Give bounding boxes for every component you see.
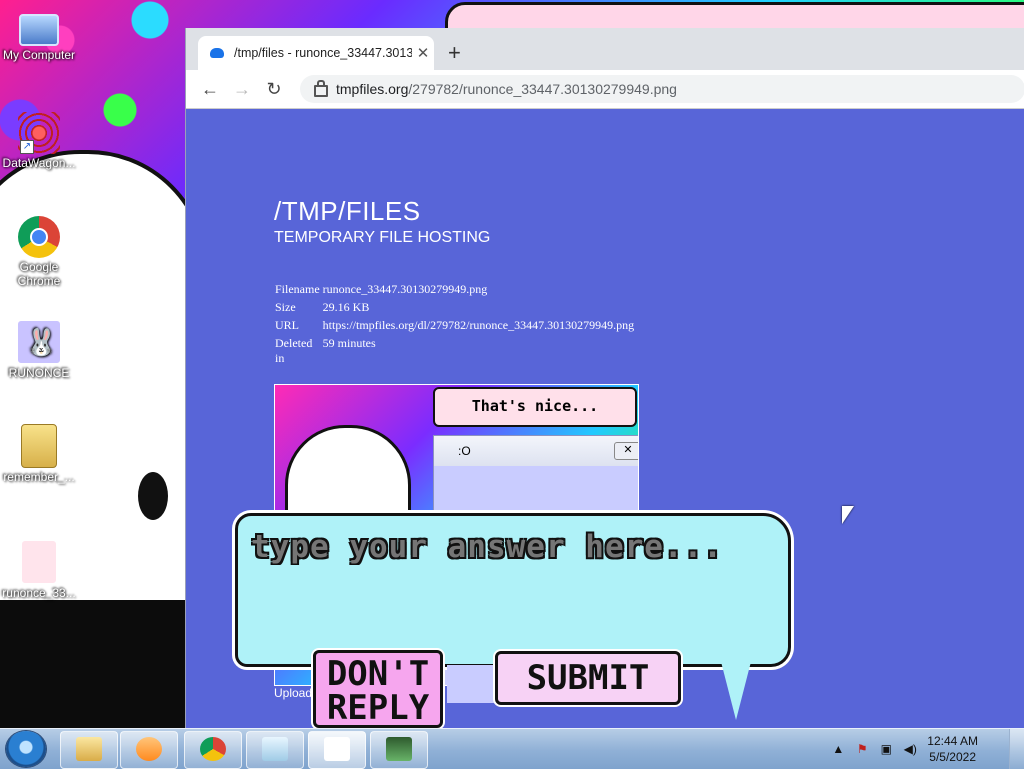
url-host: tmpfiles.org bbox=[336, 81, 409, 97]
file-info-row: Deleted in 59 minutes bbox=[274, 335, 636, 368]
spiderweb-icon: ↗ bbox=[18, 112, 60, 154]
taskbar-explorer-button[interactable] bbox=[60, 731, 118, 769]
file-info-table: Filename runonce_33447.30130279949.png Si… bbox=[274, 281, 636, 368]
answer-input[interactable] bbox=[249, 528, 773, 566]
folder-icon bbox=[21, 424, 57, 468]
info-value: 59 minutes bbox=[322, 336, 376, 350]
desktop-icon-my-computer[interactable]: My Computer bbox=[0, 8, 78, 62]
page-subtitle: TEMPORARY FILE HOSTING bbox=[274, 229, 491, 246]
clock-date: 5/5/2022 bbox=[929, 750, 976, 764]
desktop-icon-label: My Computer bbox=[2, 48, 76, 62]
show-desktop-button[interactable] bbox=[1009, 729, 1024, 769]
new-tab-button[interactable]: + bbox=[448, 40, 461, 66]
show-hidden-icons-icon[interactable]: ▲ bbox=[831, 742, 845, 756]
chrome-icon bbox=[18, 216, 60, 258]
reload-button[interactable]: ↻ bbox=[258, 79, 290, 100]
back-button[interactable]: ← bbox=[194, 79, 226, 100]
info-key: Filename bbox=[275, 282, 320, 296]
dont-reply-button[interactable]: DON'T REPLY bbox=[313, 650, 443, 728]
cloud-upload-icon bbox=[210, 48, 224, 58]
action-center-icon[interactable]: ⚑ bbox=[855, 742, 869, 756]
taskbar-task-manager-button[interactable] bbox=[370, 731, 428, 769]
page-title: /TMP/FILES bbox=[274, 196, 421, 226]
file-info-row: URL https://tmpfiles.org/dl/279782/runonc… bbox=[274, 317, 636, 335]
address-bar[interactable]: tmpfiles.org/279782/runonce_33447.301302… bbox=[300, 75, 1024, 103]
url-path: /279782/runonce_33447.30130279949.png bbox=[408, 81, 677, 97]
desktop-icon-label: RUNONCE bbox=[8, 366, 70, 380]
taskbar-chrome-button[interactable] bbox=[184, 731, 242, 769]
mouse-cursor-icon bbox=[842, 506, 854, 524]
desktop-icon-runonce-png[interactable]: runonce_33... bbox=[0, 540, 78, 600]
info-key: URL bbox=[275, 318, 299, 332]
desktop-icon-label: remember_... bbox=[3, 470, 75, 484]
task-manager-icon bbox=[386, 737, 412, 761]
bunny-icon bbox=[17, 320, 61, 364]
desktop-icon-label: DataWagon... bbox=[2, 156, 76, 170]
preview-dialog-title: :O bbox=[458, 444, 471, 458]
desktop-icon-runonce[interactable]: RUNONCE bbox=[0, 320, 78, 380]
wallpaper-bunny-eye bbox=[138, 472, 168, 520]
system-tray: ▲ ⚑ ▣ ◀) 12:44 AM 5/5/2022 bbox=[831, 733, 978, 765]
desktop-icon-datawagon[interactable]: ↗ DataWagon... bbox=[0, 112, 78, 170]
volume-icon[interactable]: ◀) bbox=[903, 742, 917, 756]
info-key: Deleted in bbox=[275, 336, 313, 365]
tab-title: /tmp/files - runonce_33447.3013 bbox=[234, 46, 412, 60]
taskbar: ▲ ⚑ ▣ ◀) 12:44 AM 5/5/2022 bbox=[0, 728, 1024, 769]
popup-backdrop-strip bbox=[447, 665, 495, 703]
bunny-icon bbox=[324, 737, 350, 761]
image-file-icon bbox=[21, 540, 57, 584]
info-value: 29.16 KB bbox=[322, 300, 370, 314]
taskbar-notepad-button[interactable] bbox=[246, 731, 304, 769]
preview-dialog-titlebar: :O ✕ bbox=[434, 436, 638, 466]
forward-button[interactable]: → bbox=[226, 79, 258, 100]
clock[interactable]: 12:44 AM 5/5/2022 bbox=[927, 733, 978, 765]
taskbar-media-player-button[interactable] bbox=[120, 731, 178, 769]
close-tab-icon[interactable]: ✕ bbox=[412, 44, 434, 62]
speech-bubble-tail bbox=[718, 650, 754, 720]
close-icon: ✕ bbox=[614, 442, 638, 460]
clock-time: 12:44 AM bbox=[927, 734, 978, 748]
chrome-icon bbox=[200, 737, 226, 761]
taskbar-runonce-button[interactable] bbox=[308, 731, 366, 769]
desktop-icon-label: Google Chrome bbox=[17, 260, 61, 288]
upload-link[interactable]: Upload bbox=[274, 686, 312, 700]
desktop-icon-google-chrome[interactable]: Google Chrome bbox=[0, 216, 78, 288]
wallpaper-shadow bbox=[0, 600, 185, 728]
lock-icon bbox=[314, 80, 328, 97]
file-info-row: Size 29.16 KB bbox=[274, 299, 636, 317]
shortcut-arrow-icon: ↗ bbox=[20, 140, 34, 154]
start-button[interactable] bbox=[6, 731, 46, 767]
info-value-link[interactable]: https://tmpfiles.org/dl/279782/runonce_3… bbox=[322, 317, 636, 335]
file-info-row: Filename runonce_33447.30130279949.png bbox=[274, 281, 636, 299]
info-key: Size bbox=[275, 300, 296, 314]
desktop-icon-remember-folder[interactable]: remember_... bbox=[0, 424, 78, 484]
submit-button[interactable]: SUBMIT bbox=[495, 651, 681, 705]
media-player-icon bbox=[136, 737, 162, 761]
preview-speech-bubble: That's nice... bbox=[433, 387, 637, 427]
browser-toolbar: ← → ↻ tmpfiles.org/279782/runonce_33447.… bbox=[186, 70, 1024, 109]
desktop-icon-label: runonce_33... bbox=[2, 586, 76, 600]
tab-strip: /tmp/files - runonce_33447.3013 ✕ + bbox=[186, 28, 1024, 70]
network-icon[interactable]: ▣ bbox=[879, 742, 893, 756]
notepad-icon bbox=[262, 737, 288, 761]
info-value: runonce_33447.30130279949.png bbox=[322, 282, 488, 296]
computer-icon bbox=[19, 14, 59, 46]
browser-tab[interactable]: /tmp/files - runonce_33447.3013 ✕ bbox=[198, 36, 434, 70]
folder-icon bbox=[76, 737, 102, 761]
